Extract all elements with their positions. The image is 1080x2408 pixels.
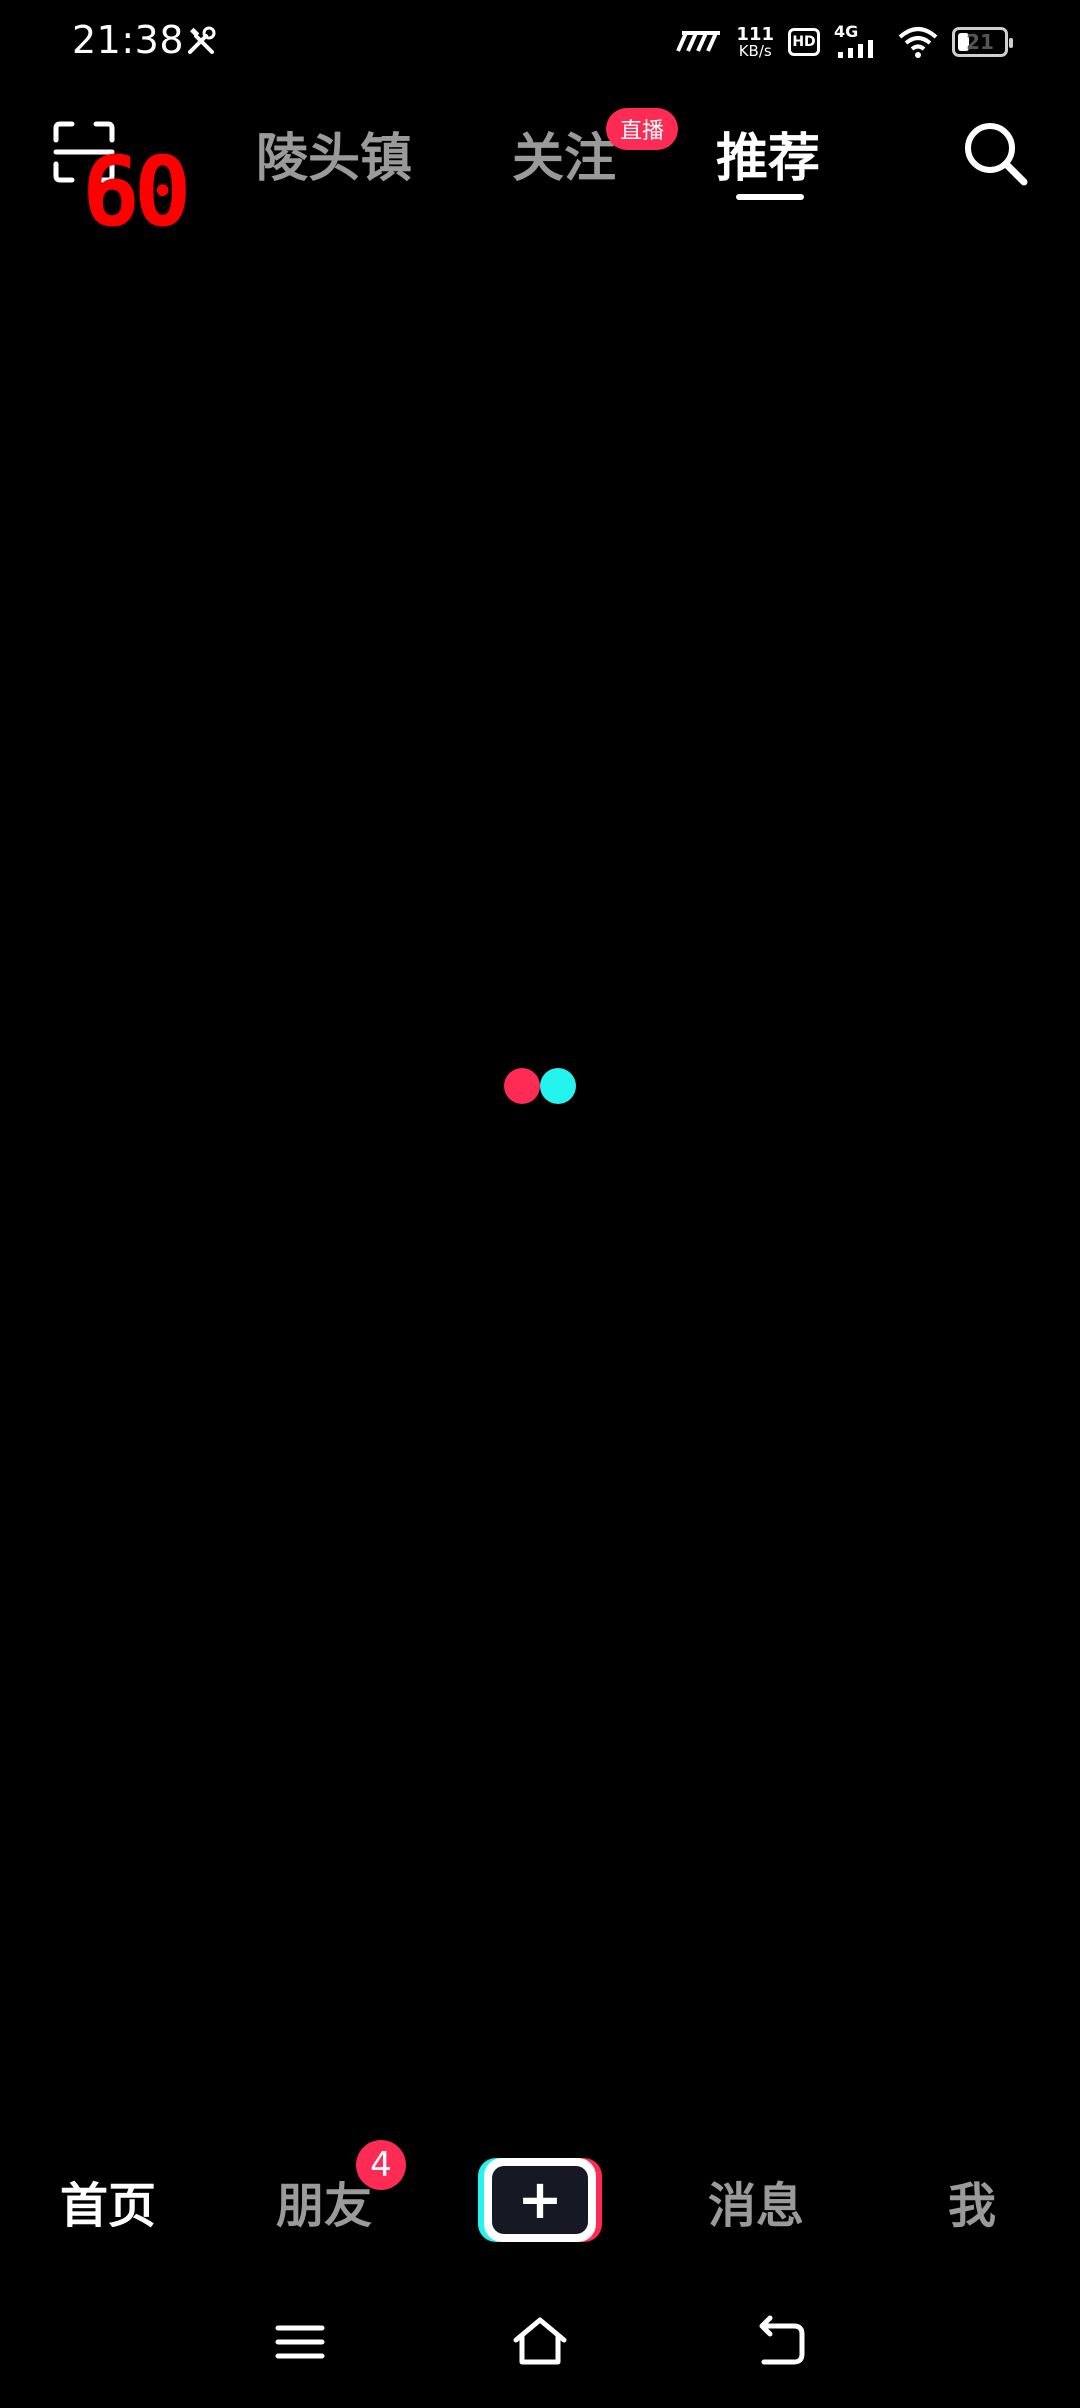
home-icon[interactable] <box>510 2312 570 2372</box>
nav-me[interactable]: 我 <box>948 2166 996 2236</box>
hd-badge: HD <box>788 28 820 56</box>
search-icon[interactable] <box>960 118 1032 190</box>
battery-indicator: 21 <box>952 27 1013 57</box>
tab-follow[interactable]: 关注 <box>512 116 616 191</box>
network-speed-value: 111 <box>736 23 774 45</box>
loading-dot-red <box>504 1068 540 1104</box>
tools-icon <box>188 26 216 54</box>
live-badge: 直播 <box>606 108 679 150</box>
nav-messages[interactable]: 消息 <box>708 2166 804 2236</box>
fps-counter: 60 <box>82 136 192 248</box>
network-speed-unit: KB/s <box>738 41 772 60</box>
app-screen: 21:38 111 KB/s HD 4G 21 60 陵头镇 关注 直播 推荐 … <box>0 0 1080 2408</box>
menu-icon[interactable] <box>270 2312 330 2372</box>
signal-icon <box>838 40 873 58</box>
status-bar: 21:38 111 KB/s HD 4G 21 <box>0 0 1080 84</box>
network-brand-icon <box>676 31 721 52</box>
loading-dot-cyan <box>540 1068 576 1104</box>
status-indicators: 111 KB/s HD 4G 21 <box>676 18 1013 66</box>
nav-home[interactable]: 首页 <box>60 2166 156 2236</box>
nav-friends[interactable]: 朋友 <box>276 2166 372 2236</box>
loading-indicator <box>504 1068 576 1104</box>
network-speed: 111 KB/s <box>736 23 774 60</box>
status-time: 21:38 <box>72 18 185 62</box>
wifi-icon <box>898 27 938 58</box>
active-tab-indicator <box>736 194 804 200</box>
bottom-nav: 首页 朋友 4 + 消息 我 <box>0 2140 1080 2260</box>
back-icon[interactable] <box>750 2312 810 2372</box>
battery-level: 21 <box>966 30 994 54</box>
tab-recommend[interactable]: 推荐 <box>716 116 820 191</box>
create-button[interactable]: + <box>478 2158 602 2242</box>
friends-badge: 4 <box>356 2140 406 2190</box>
tab-town[interactable]: 陵头镇 <box>256 116 412 191</box>
system-nav-bar <box>0 2300 1080 2390</box>
top-nav: 60 陵头镇 关注 直播 推荐 <box>0 100 1080 240</box>
plus-icon: + <box>492 2166 588 2234</box>
signal-4g: 4G <box>834 22 884 60</box>
